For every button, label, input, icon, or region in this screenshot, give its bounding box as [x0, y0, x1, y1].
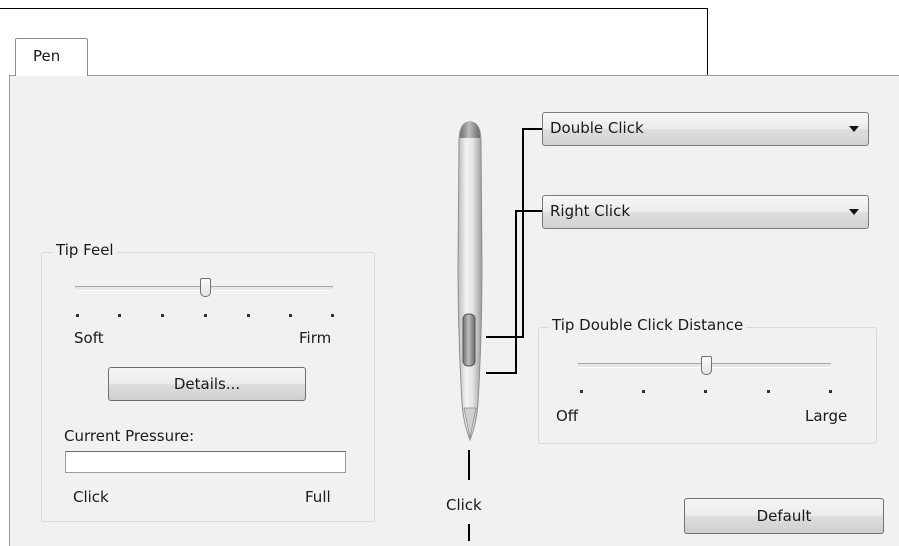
tip-double-click-distance-title: Tip Double Click Distance [549, 316, 747, 334]
tip-double-click-distance-max-label: Large [805, 407, 848, 425]
current-pressure-bar [65, 451, 346, 473]
upper-pen-button-value: Double Click [550, 119, 644, 137]
default-button-label: Default [756, 507, 812, 525]
tab-pen[interactable]: Pen [15, 38, 88, 76]
tab-pen-label: Pen [33, 47, 61, 65]
chevron-down-icon [849, 126, 859, 132]
tick-mark [642, 390, 645, 393]
lower-button-connector-h-bottom [486, 372, 517, 374]
upper-button-connector-h-bottom [486, 336, 524, 338]
pressure-min-label: Click [73, 488, 109, 506]
tick-mark [204, 314, 207, 317]
tick-mark [331, 314, 334, 317]
details-button[interactable]: Details... [108, 367, 306, 401]
lower-button-connector-v [515, 210, 517, 374]
pen-illustration-icon [457, 121, 483, 442]
pressure-max-label: Full [305, 488, 331, 506]
upper-button-connector-v [522, 128, 524, 338]
upper-button-connector-h-top [524, 128, 542, 130]
lower-pen-button-value: Right Click [550, 202, 631, 220]
lower-button-connector-h-top [517, 210, 542, 212]
tip-double-click-distance-group [538, 327, 877, 444]
chevron-down-icon [849, 209, 859, 215]
tick-mark [767, 390, 770, 393]
window-frame-top [0, 8, 708, 9]
tip-connector-top [468, 450, 470, 480]
tip-feel-min-label: Soft [74, 329, 104, 347]
tick-mark [829, 390, 832, 393]
tick-mark [76, 314, 79, 317]
tip-feel-max-label: Firm [299, 329, 332, 347]
upper-pen-button-dropdown[interactable]: Double Click [542, 112, 869, 146]
pen-tip-label: Click [446, 496, 482, 514]
tick-mark [704, 390, 707, 393]
tip-feel-slider-thumb[interactable] [200, 278, 211, 297]
tip-double-click-distance-slider-thumb[interactable] [701, 356, 712, 375]
current-pressure-label: Current Pressure: [64, 427, 195, 445]
default-button[interactable]: Default [684, 498, 884, 534]
tip-double-click-distance-min-label: Off [556, 407, 579, 425]
tick-mark [161, 314, 164, 317]
tick-mark [580, 390, 583, 393]
tick-mark [247, 314, 250, 317]
tick-mark [118, 314, 121, 317]
tick-mark [289, 314, 292, 317]
tip-feel-title: Tip Feel [53, 241, 117, 259]
details-button-label: Details... [173, 375, 241, 393]
lower-pen-button-dropdown[interactable]: Right Click [542, 195, 869, 229]
tip-connector-bottom [468, 524, 470, 541]
